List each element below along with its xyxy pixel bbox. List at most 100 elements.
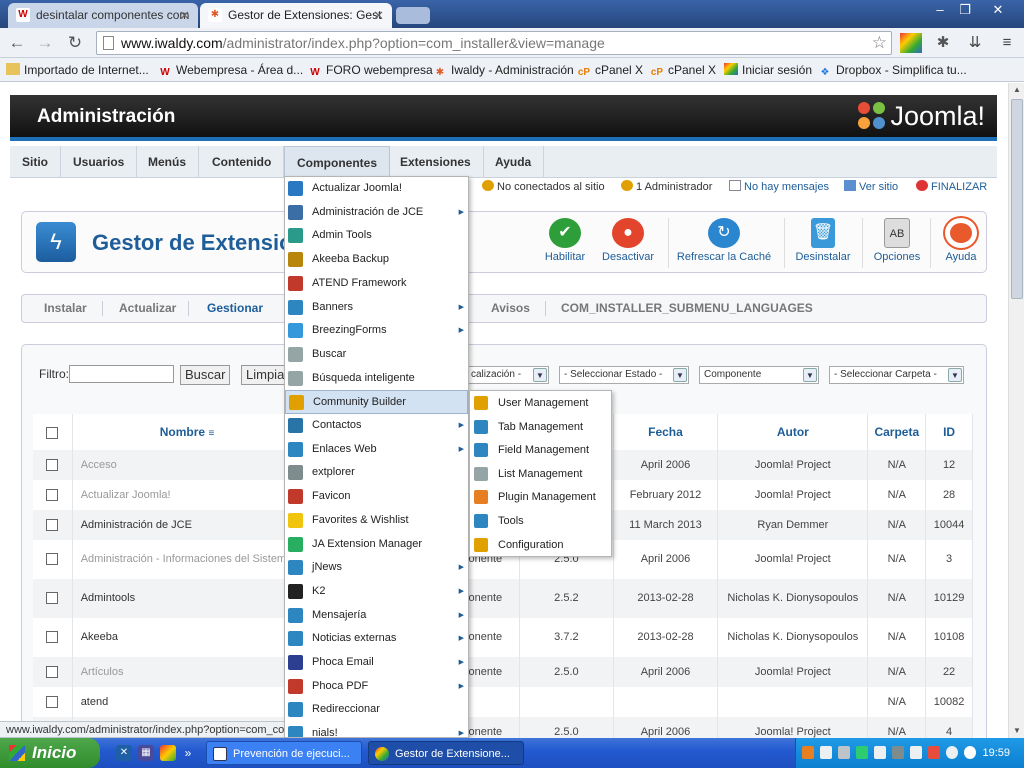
column-carpeta[interactable]: Carpeta [867,414,927,450]
column-nombre[interactable]: Nombre ≡ [72,414,303,450]
menu-item-k2[interactable]: K2 ▶ [285,580,468,604]
cb-menu-item-field-management[interactable]: Field Management [470,439,611,463]
table-row[interactable]: Artículos Componente 2.5.0 April 2006 Joomla… [33,657,973,687]
download-icon[interactable]: ⇊ [964,33,986,53]
restore-icon[interactable]: ❐ [953,2,977,18]
chevron-more-icon[interactable]: » [180,745,196,761]
tray-icon[interactable] [802,746,814,759]
tray-icon[interactable] [910,746,922,759]
menu-item-mensajería[interactable]: Mensajería ▶ [285,604,468,628]
menu-item-community-builder[interactable]: Community Builder [285,390,468,414]
bookmark-item[interactable]: Importado de Internet... [6,62,149,78]
bookmark-item[interactable]: W Webempresa - Área d... [158,62,303,79]
table-row[interactable]: Admintools Componente 2.5.2 2013-02-28 Nicho… [33,579,973,618]
location-select[interactable]: calización - ▼ [467,366,549,384]
logout-link[interactable]: FINALIZAR [916,180,987,193]
enable-button[interactable]: ✔ Habilitar [543,218,587,263]
menu-item-enlaces-web[interactable]: Enlaces Web ▶ [285,438,468,462]
page-scrollbar[interactable]: ▲ ▼ [1008,83,1024,738]
close-tab-icon[interactable]: ✕ [373,3,384,28]
menu-item-akeeba-backup[interactable]: Akeeba Backup [285,248,468,272]
reload-icon[interactable]: ↻ [64,33,86,53]
menu-item-redireccionar[interactable]: Redireccionar [285,698,468,722]
bookmark-item[interactable]: ❖ Dropbox - Simplifica tu... [818,62,967,79]
filter-input[interactable] [69,365,174,383]
view-site-link[interactable]: Ver sitio [844,180,898,193]
table-row[interactable]: atend N/A 10082 [33,687,973,717]
tray-icon[interactable] [874,746,886,759]
type-select[interactable]: Componente ▼ [699,366,819,384]
minimize-icon[interactable]: – [928,2,952,18]
cb-menu-item-plugin-management[interactable]: Plugin Management [470,486,611,510]
messages-link[interactable]: No hay mensajes [729,180,829,193]
column-autor[interactable]: Autor [717,414,869,450]
taskbar-task[interactable]: Prevención de ejecuci... [206,741,362,765]
menu-item-phoca-email[interactable]: Phoca Email ▶ [285,651,468,675]
tray-icon[interactable] [928,746,940,759]
tab-avisos[interactable]: Avisos [483,295,538,322]
table-row[interactable]: Akeeba Componente 3.7.2 2013-02-28 Nicholas … [33,618,973,657]
quicklaunch-icon[interactable]: ▦ [138,745,154,761]
tray-icon[interactable] [946,746,958,759]
address-bar[interactable]: www.iwaldy.com/administrator/index.php?o… [96,31,892,55]
tray-icon[interactable] [892,746,904,759]
status-select[interactable]: - Seleccionar Estado - ▼ [559,366,689,384]
tab-gestionar[interactable]: Gestionar [199,295,271,322]
bookmark-item[interactable]: cP cPanel X [577,62,643,79]
select-all-checkbox[interactable] [46,426,59,439]
menu-item-atend-framework[interactable]: ATEND Framework [285,272,468,296]
tray-icon[interactable] [856,746,868,759]
close-tab-icon[interactable]: ✕ [179,3,190,28]
cell-name[interactable]: Administración - Informaciones del Siste… [72,540,303,579]
browser-tab-1[interactable]: W desintalar componentes com ✕ [8,3,198,28]
menu-item-actualizar-joomla[interactable]: Actualizar Joomla! [285,177,468,201]
row-checkbox[interactable] [46,665,59,678]
menu-contenido[interactable]: Contenido [200,146,285,178]
menu-item-contactos[interactable]: Contactos ▶ [285,414,468,438]
menu-item-favicon[interactable]: Favicon [285,485,468,509]
scroll-thumb[interactable] [1011,99,1023,299]
tab-actualizar[interactable]: Actualizar [111,295,184,322]
menu-item-nials[interactable]: nials! ▶ [285,722,468,737]
row-checkbox[interactable] [46,488,59,501]
cb-menu-item-configuration[interactable]: Configuration [470,534,611,558]
row-checkbox[interactable] [46,695,59,708]
quicklaunch-icon[interactable]: ✕ [116,745,132,761]
tab-instalar[interactable]: Instalar [36,295,95,322]
disable-button[interactable]: ● Desactivar [598,218,658,263]
cell-name[interactable]: Acceso [72,450,303,480]
menu-extensiones[interactable]: Extensiones [388,146,484,178]
bookmark-star-icon[interactable]: ☆ [872,32,887,54]
menu-item-phoca-pdf[interactable]: Phoca PDF ▶ [285,675,468,699]
row-checkbox[interactable] [46,458,59,471]
tray-icon[interactable] [964,746,976,759]
menu-item-búsqueda-inteligente[interactable]: Búsqueda inteligente [285,367,468,391]
cell-name[interactable]: Akeeba [72,618,303,657]
bookmark-item[interactable]: Iniciar sesión [724,62,812,78]
menu-usuarios[interactable]: Usuarios [61,146,138,178]
folder-select[interactable]: - Seleccionar Carpeta - ▼ [829,366,964,384]
wrench-menu-icon[interactable]: ≡ [996,33,1018,53]
menu-item-noticias-externas[interactable]: Noticias externas ▶ [285,627,468,651]
menu-item-administración-de-jce[interactable]: Administración de JCE ▶ [285,201,468,225]
menu-item-buscar[interactable]: Buscar [285,343,468,367]
row-checkbox[interactable] [46,592,59,605]
scroll-up-icon[interactable]: ▲ [1009,83,1024,97]
menu-item-breezingforms[interactable]: BreezingForms ▶ [285,319,468,343]
column-fecha[interactable]: Fecha [613,414,719,450]
cb-menu-item-tab-management[interactable]: Tab Management [470,416,611,440]
back-icon[interactable]: ← [6,33,28,53]
menu-item-extplorer[interactable]: extplorer [285,461,468,485]
cb-menu-item-user-management[interactable]: User Management [470,392,611,416]
new-tab-button[interactable] [396,7,430,24]
options-button[interactable]: AB Opciones [873,218,921,263]
bug-icon[interactable]: ✱ [932,33,954,53]
menu-item-jnews[interactable]: jNews ▶ [285,556,468,580]
clear-button[interactable]: Limpia [241,365,290,385]
column-id[interactable]: ID [925,414,973,450]
close-window-icon[interactable]: ✕ [986,2,1010,18]
browser-tab-2[interactable]: ✱ Gestor de Extensiones: Gest ✕ [200,3,392,28]
bookmark-item[interactable]: ✱ Iwaldy - Administración [433,62,574,79]
tab-languages[interactable]: COM_INSTALLER_SUBMENU_LANGUAGES [553,295,821,322]
cb-menu-item-list-management[interactable]: List Management [470,463,611,487]
